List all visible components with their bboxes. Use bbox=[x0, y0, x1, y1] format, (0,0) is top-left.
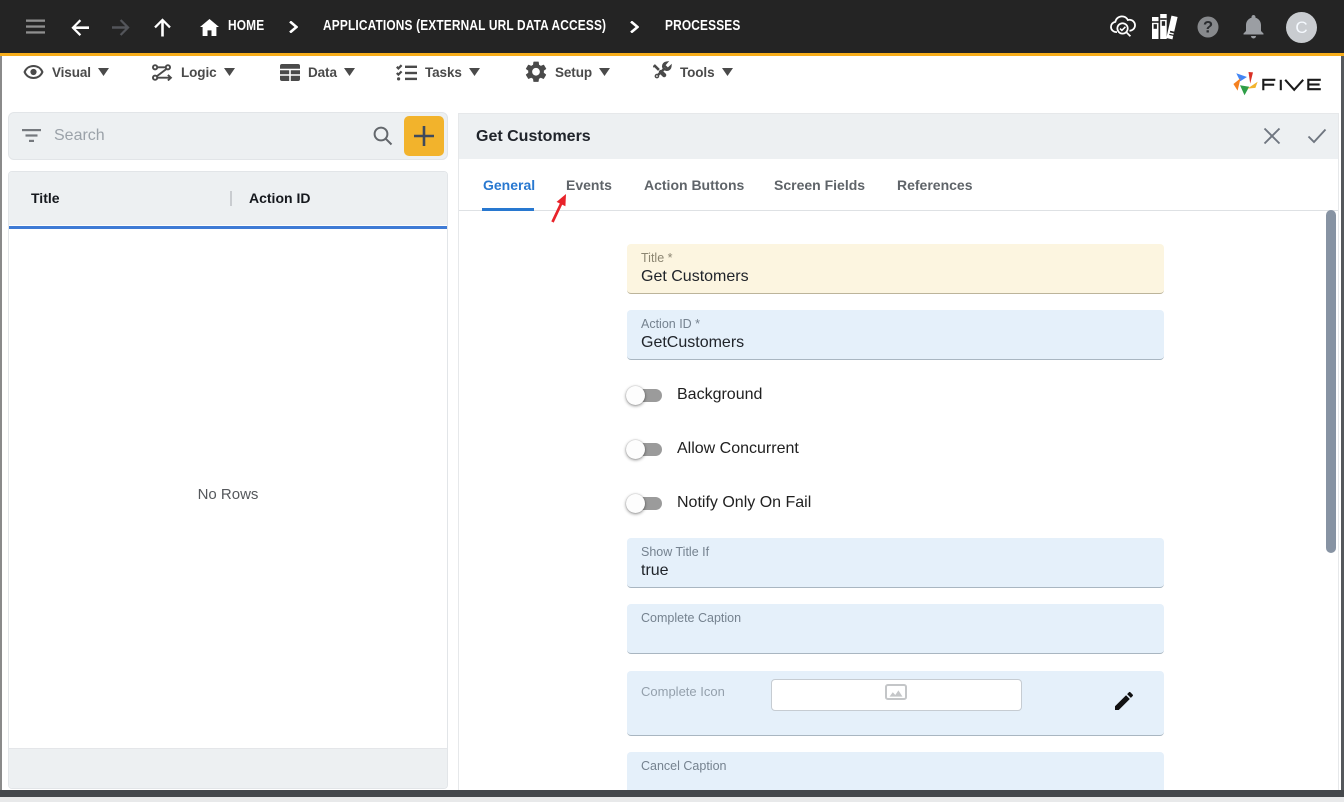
svg-text:?: ? bbox=[1203, 18, 1213, 36]
